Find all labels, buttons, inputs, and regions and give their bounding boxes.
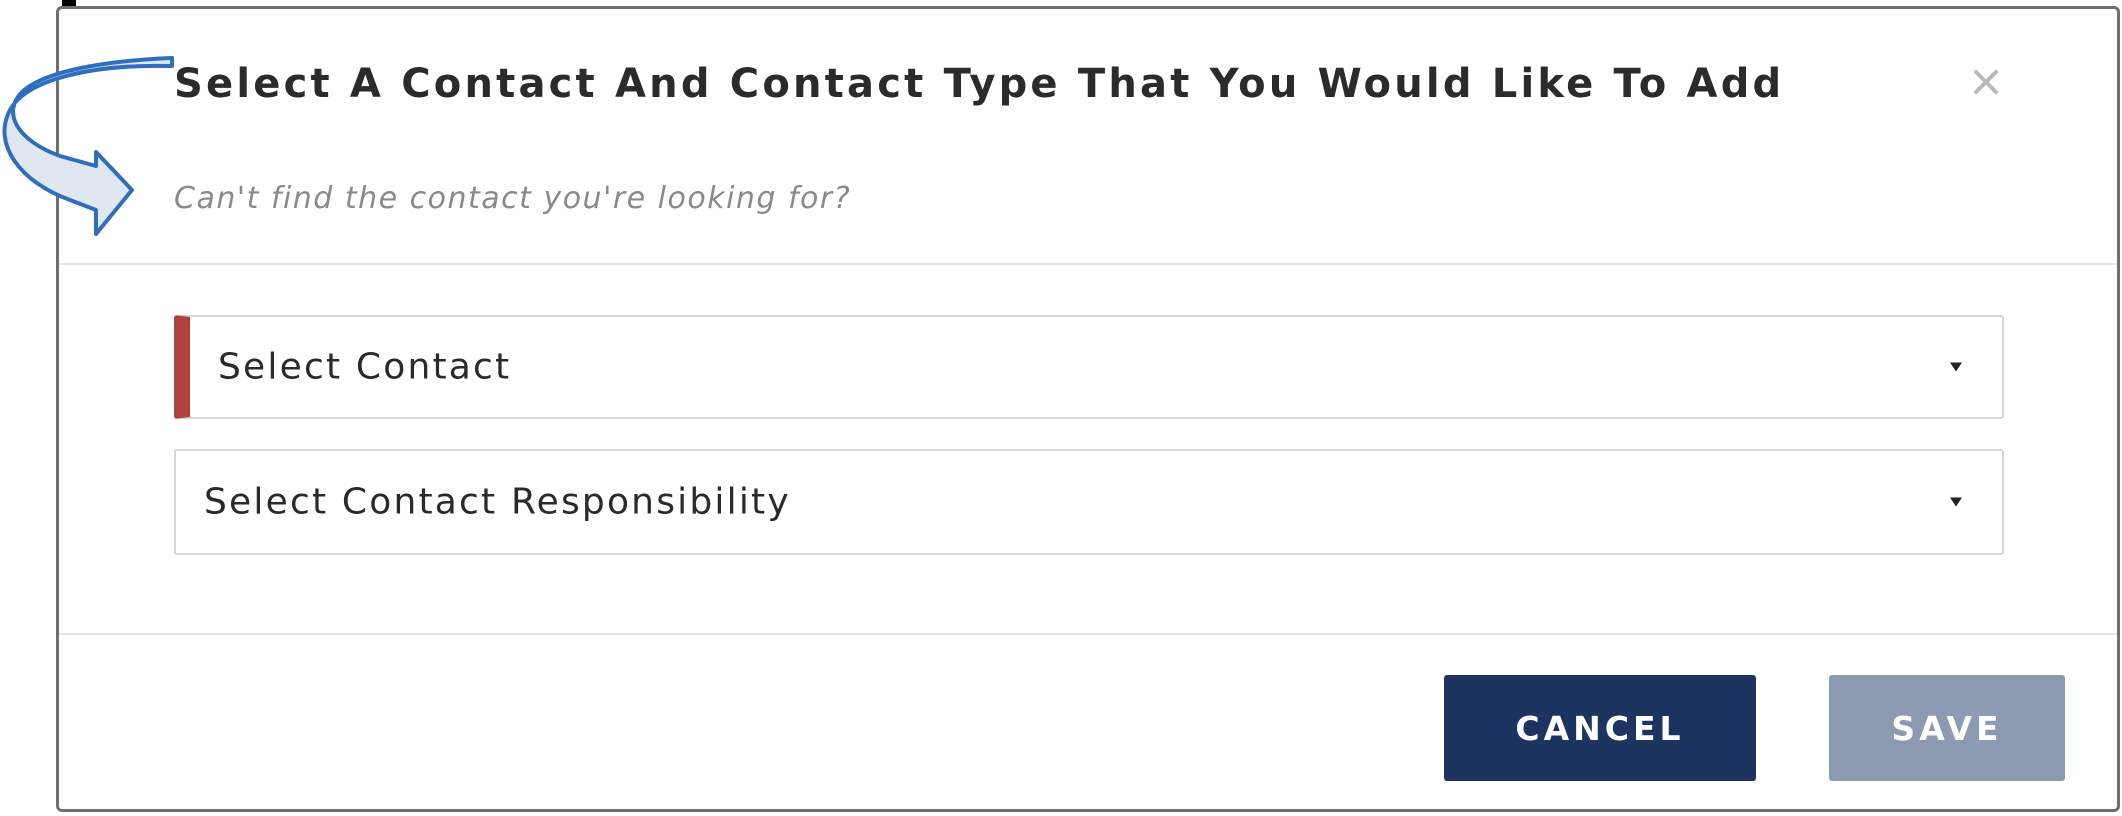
select-responsibility-value: Select Contact Responsibility <box>204 481 791 523</box>
chevron-down-icon <box>1950 362 1962 372</box>
save-button[interactable]: SAVE <box>1829 675 2065 781</box>
cant-find-contact-link[interactable]: Can't find the contact you're looking fo… <box>174 181 851 216</box>
dialog-body: Select Contact Select Contact Responsibi… <box>59 265 2117 635</box>
screenshot-stage: Select A Contact And Contact Type That Y… <box>0 0 2122 816</box>
add-contact-dialog: Select A Contact And Contact Type That Y… <box>56 6 2120 812</box>
cancel-button[interactable]: CANCEL <box>1444 675 1756 781</box>
dialog-header: Select A Contact And Contact Type That Y… <box>59 9 2117 265</box>
select-contact-responsibility-dropdown[interactable]: Select Contact Responsibility <box>174 449 2004 555</box>
select-contact-value: Select Contact <box>218 346 512 388</box>
close-button[interactable] <box>1959 57 2011 109</box>
chevron-down-icon <box>1950 497 1962 507</box>
close-icon <box>1974 70 1998 94</box>
dialog-title: Select A Contact And Contact Type That Y… <box>174 61 1785 107</box>
select-contact-dropdown[interactable]: Select Contact <box>174 315 2004 419</box>
dialog-footer: CANCEL SAVE <box>59 635 2117 809</box>
